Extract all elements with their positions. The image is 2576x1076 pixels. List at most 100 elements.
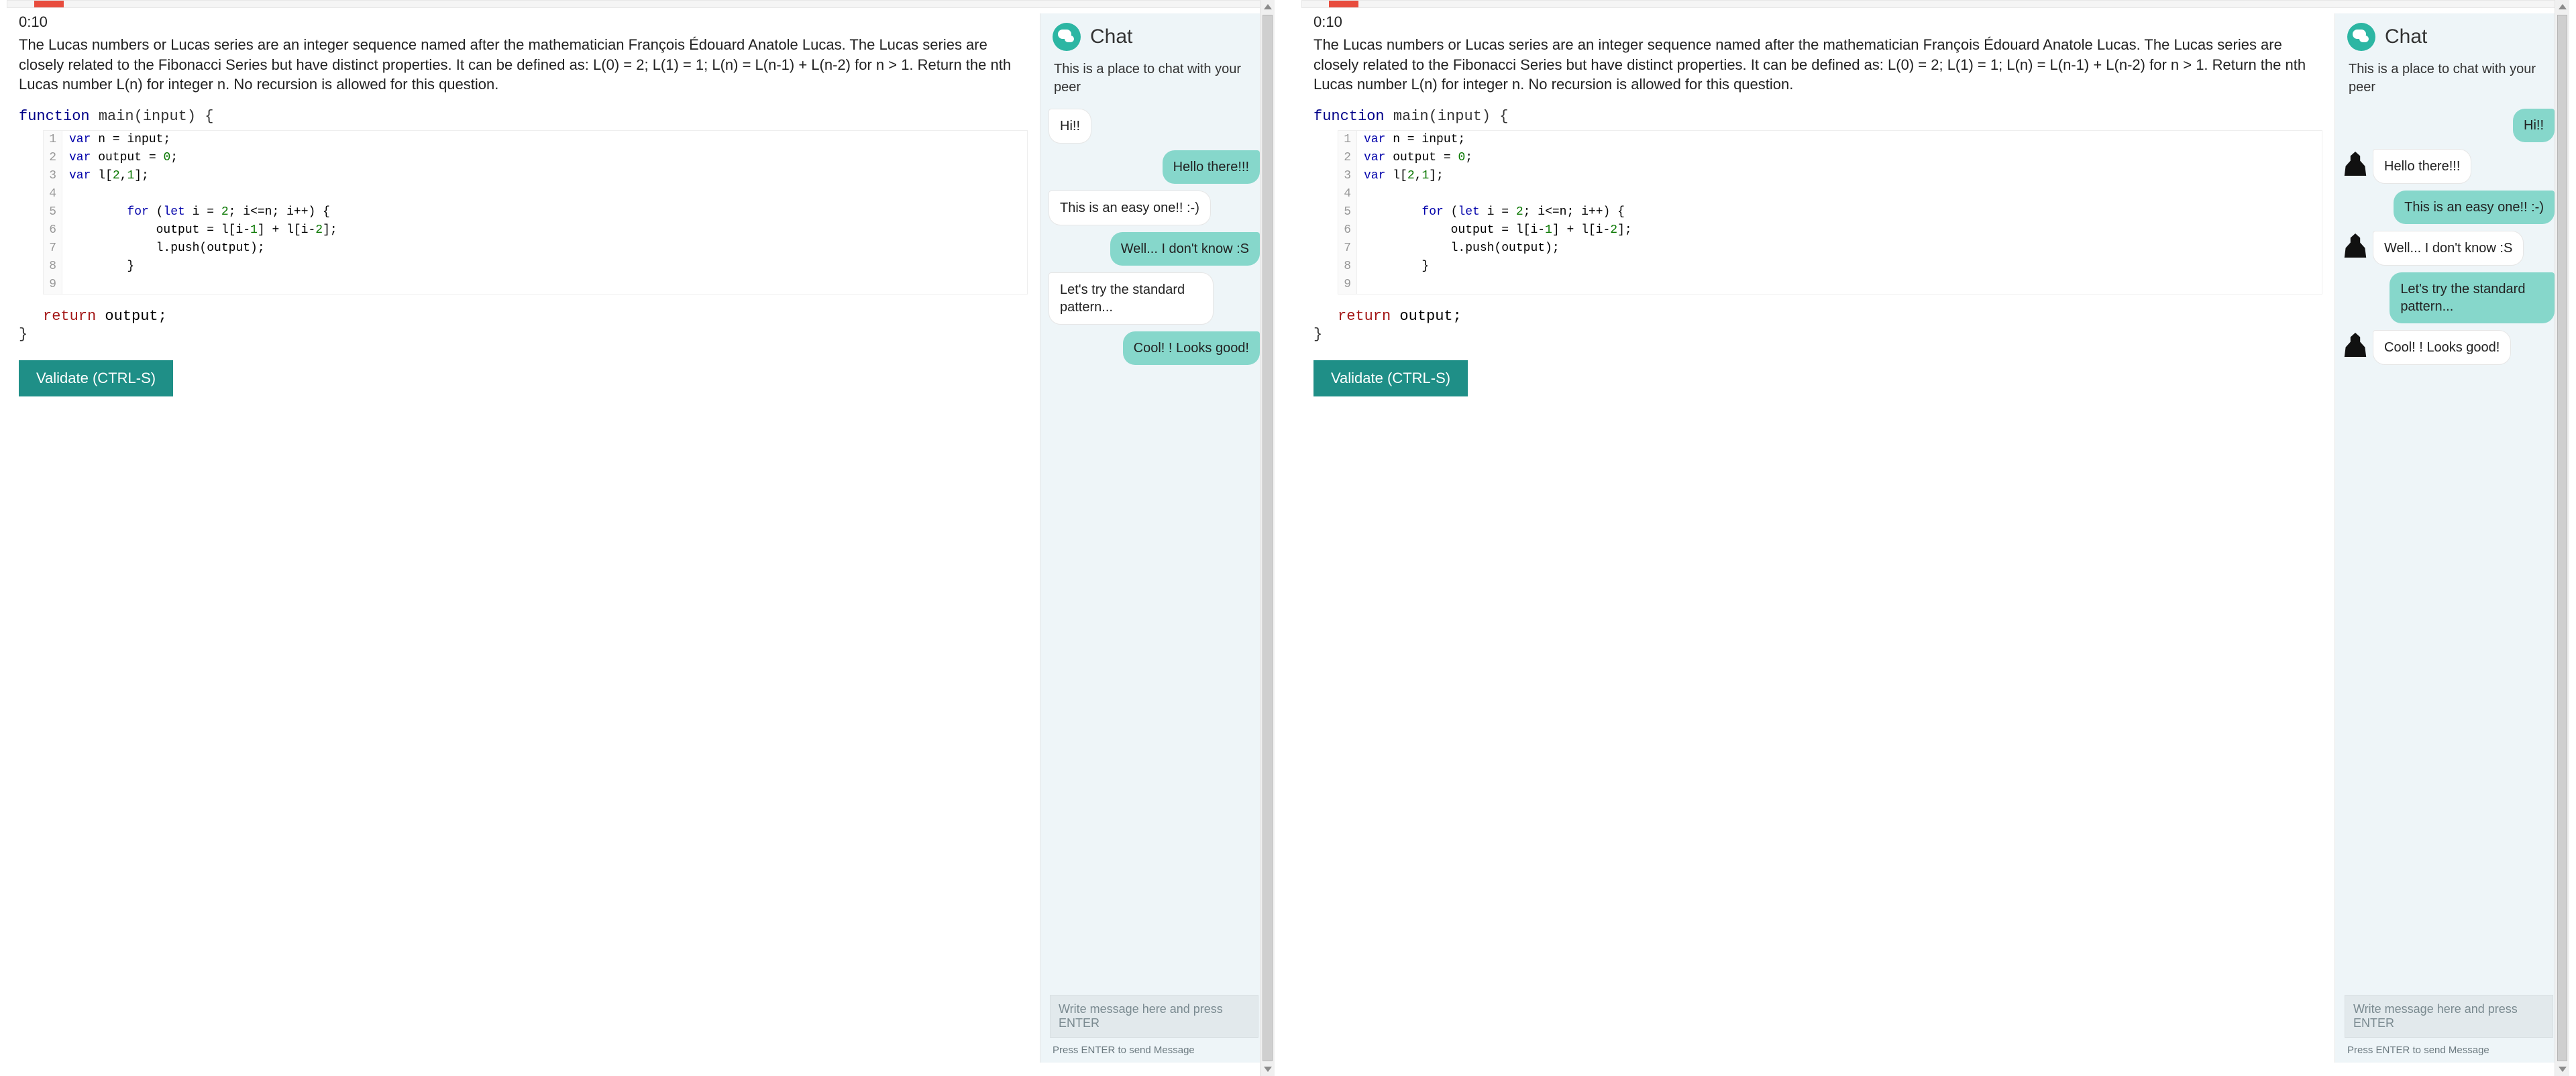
code-text[interactable] (1357, 185, 2322, 203)
chat-input[interactable] (1050, 995, 1258, 1038)
scroll-thumb[interactable] (1263, 15, 1273, 1061)
chat-input-area: Press ENTER to send Message (1040, 988, 1268, 1063)
chat-bubble: Let's try the standard pattern... (1049, 272, 1214, 325)
code-text[interactable]: for (let i = 2; i<=n; i++) { (1357, 203, 2322, 221)
editor-line: 7 l.push(output); (44, 239, 1027, 258)
scroll-up-icon[interactable] (2559, 4, 2567, 9)
code-text[interactable]: var l[2,1]; (62, 167, 1027, 185)
scroll-down-icon[interactable] (1264, 1067, 1272, 1072)
code-text[interactable]: } (62, 258, 1027, 276)
return-line: return output; (43, 308, 1028, 325)
code-text[interactable] (62, 276, 1027, 294)
line-number: 7 (44, 239, 62, 258)
editor-line: 2 var output = 0; (44, 149, 1027, 167)
editor-line: 6 output = l[i-1] + l[i-2]; (44, 221, 1027, 239)
editor-line: 3 var l[2,1]; (1338, 167, 2322, 185)
code-text[interactable]: var l[2,1]; (1357, 167, 2322, 185)
code-text[interactable]: var output = 0; (62, 149, 1027, 167)
scrollbar[interactable] (1260, 0, 1275, 1076)
chat-thread[interactable]: Hi!! Hello there!!! This is an easy one!… (1040, 105, 1268, 988)
chat-message-row: Hi!! (1049, 109, 1260, 144)
line-number: 8 (1338, 258, 1357, 276)
editor-line: 2 var output = 0; (1338, 149, 2322, 167)
editor-line: 4 (44, 185, 1027, 203)
function-footer: } (1313, 325, 2322, 345)
editor-line: 6 output = l[i-1] + l[i-2]; (1338, 221, 2322, 239)
chat-header: Chat (1040, 13, 1268, 55)
scroll-up-icon[interactable] (1264, 4, 1272, 9)
progress-fill (1329, 1, 1358, 7)
line-number: 5 (1338, 203, 1357, 221)
scroll-thumb[interactable] (2557, 15, 2567, 1061)
line-number: 1 (1338, 131, 1357, 149)
chat-header: Chat (2335, 13, 2563, 55)
line-number: 5 (44, 203, 62, 221)
code-text[interactable] (1357, 276, 2322, 294)
line-number: 3 (44, 167, 62, 185)
scroll-down-icon[interactable] (2559, 1067, 2567, 1072)
chat-bubble: This is an easy one!! :-) (1049, 191, 1211, 225)
enter-hint: Press ENTER to send Message (2345, 1042, 2553, 1056)
chat-title: Chat (1090, 25, 1132, 48)
code-text[interactable]: var n = input; (62, 131, 1027, 149)
chat-icon (2347, 23, 2375, 51)
prompt-text: The Lucas numbers or Lucas series are an… (1313, 35, 2322, 95)
code-text[interactable]: for (let i = 2; i<=n; i++) { (62, 203, 1027, 221)
line-number: 1 (44, 131, 62, 149)
validate-button[interactable]: Validate (CTRL-S) (1313, 360, 1468, 396)
chat-message-row: Well... I don't know :S (2343, 231, 2555, 266)
chat-bubble: Hi!! (2513, 109, 2555, 142)
main-column: 0:10 The Lucas numbers or Lucas series a… (1313, 13, 2334, 1063)
chat-thread[interactable]: Hi!! Hello there!!! This is an easy one!… (2335, 105, 2563, 988)
code-text[interactable]: var output = 0; (1357, 149, 2322, 167)
progress-bar (7, 0, 1275, 8)
line-number: 4 (1338, 185, 1357, 203)
code-editor[interactable]: 1 var n = input; 2 var output = 0; 3 var… (1338, 130, 2322, 294)
validate-button[interactable]: Validate (CTRL-S) (19, 360, 173, 396)
chat-bubble: Well... I don't know :S (2373, 231, 2524, 266)
chat-message-row: Cool! ! Looks good! (2343, 330, 2555, 365)
scrollbar[interactable] (2555, 0, 2569, 1076)
chat-bubble: Hi!! (1049, 109, 1091, 144)
chat-bubble: This is an easy one!! :-) (2394, 191, 2555, 224)
app-panel: 0:10 The Lucas numbers or Lucas series a… (1301, 0, 2569, 1076)
chat-bubble: Hello there!!! (2373, 149, 2471, 184)
code-text[interactable]: output = l[i-1] + l[i-2]; (62, 221, 1027, 239)
code-text[interactable]: var n = input; (1357, 131, 2322, 149)
chat-input-area: Press ENTER to send Message (2335, 988, 2563, 1063)
return-line: return output; (1338, 308, 2322, 325)
panel-body: 0:10 The Lucas numbers or Lucas series a… (7, 13, 1275, 1076)
editor-line: 9 (44, 276, 1027, 294)
chat-bubble: Well... I don't know :S (1110, 232, 1260, 266)
function-header: function main(input) { (19, 107, 1028, 127)
chat-message-row: Well... I don't know :S (1049, 232, 1260, 266)
chat-bubble: Let's try the standard pattern... (2390, 272, 2555, 323)
editor-line: 1 var n = input; (1338, 131, 2322, 149)
main-column: 0:10 The Lucas numbers or Lucas series a… (19, 13, 1040, 1063)
code-editor[interactable]: 1 var n = input; 2 var output = 0; 3 var… (43, 130, 1028, 294)
line-number: 2 (1338, 149, 1357, 167)
line-number: 9 (1338, 276, 1357, 294)
app-panel: 0:10 The Lucas numbers or Lucas series a… (7, 0, 1275, 1076)
chat-input[interactable] (2345, 995, 2553, 1038)
timer: 0:10 (19, 13, 1028, 31)
chat-message-row: Let's try the standard pattern... (1049, 272, 1260, 325)
peer-avatar-icon (2343, 152, 2367, 176)
chat-message-row: Hi!! (2343, 109, 2555, 142)
code-text[interactable] (62, 185, 1027, 203)
chat-bubble: Cool! ! Looks good! (2373, 330, 2511, 365)
editor-line: 8 } (1338, 258, 2322, 276)
code-text[interactable]: l.push(output); (62, 239, 1027, 258)
chat-message-row: Hello there!!! (1049, 150, 1260, 184)
chat-message-row: This is an easy one!! :-) (2343, 191, 2555, 224)
code-text[interactable]: l.push(output); (1357, 239, 2322, 258)
editor-line: 8 } (44, 258, 1027, 276)
timer: 0:10 (1313, 13, 2322, 31)
enter-hint: Press ENTER to send Message (1050, 1042, 1258, 1056)
chat-column: Chat This is a place to chat with your p… (2334, 13, 2563, 1063)
function-footer: } (19, 325, 1028, 345)
code-text[interactable]: } (1357, 258, 2322, 276)
prompt-text: The Lucas numbers or Lucas series are an… (19, 35, 1028, 95)
chat-bubble: Hello there!!! (1163, 150, 1260, 184)
code-text[interactable]: output = l[i-1] + l[i-2]; (1357, 221, 2322, 239)
